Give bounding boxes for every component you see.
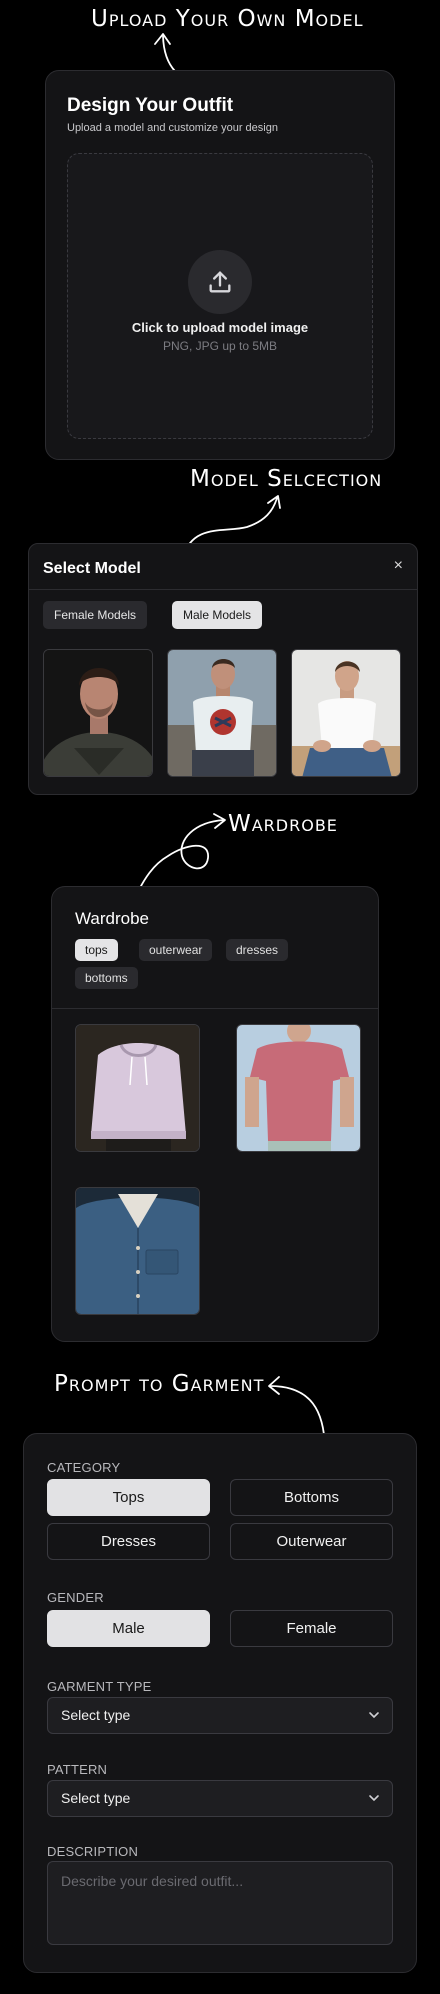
model-card-title: Select Model (43, 560, 141, 577)
upload-card-subtitle: Upload a model and customize your design (67, 122, 278, 134)
wardrobe-title: Wardrobe (75, 909, 150, 928)
pattern-label: PATTERN (47, 1762, 108, 1777)
wardrobe-item-hoodie[interactable] (75, 1024, 200, 1152)
model-divider (29, 589, 417, 590)
category-tops-button[interactable]: Tops (47, 1479, 210, 1516)
upload-icon[interactable] (188, 250, 252, 314)
chip-tops[interactable]: tops (75, 939, 118, 961)
annotation-upload: Upload Your Own Model (91, 6, 364, 32)
category-outerwear-button[interactable]: Outerwear (230, 1523, 393, 1560)
chip-outerwear[interactable]: outerwear (139, 939, 213, 961)
select-model-card: Select Model × Female Models Male Models (28, 543, 418, 795)
wardrobe-divider (52, 1008, 378, 1009)
annotation-model-selection: Model Selcection (190, 466, 383, 492)
upload-dropzone[interactable]: Click to upload model image PNG, JPG up … (67, 153, 373, 439)
upload-model-card: Design Your Outfit Upload a model and cu… (45, 70, 395, 460)
garment-type-select[interactable]: Select type (47, 1697, 393, 1734)
model-thumbnail-2[interactable] (167, 649, 277, 777)
category-bottoms-button[interactable]: Bottoms (230, 1479, 393, 1516)
chip-bottoms[interactable]: bottoms (75, 967, 138, 989)
dropzone-text: Click to upload model image (131, 320, 309, 335)
chevron-down-icon (369, 1795, 379, 1802)
tab-female-models[interactable]: Female Models (43, 601, 148, 629)
category-label: CATEGORY (47, 1460, 121, 1475)
pattern-value: Select type (61, 1790, 131, 1806)
chip-dresses[interactable]: dresses (226, 939, 289, 961)
model-thumbnail-1[interactable] (43, 649, 153, 777)
pattern-select[interactable]: Select type (47, 1780, 393, 1817)
upload-card-title: Design Your Outfit (67, 95, 234, 116)
wardrobe-card: Wardrobe tops outerwear dresses bottoms (51, 886, 379, 1342)
model-thumbnail-3[interactable] (291, 649, 401, 777)
annotation-prompt: Prompt to Garment (54, 1371, 265, 1397)
description-label: DESCRIPTION (47, 1844, 139, 1859)
wardrobe-item-denim-shirt[interactable] (75, 1187, 200, 1315)
gender-female-button[interactable]: Female (230, 1610, 393, 1647)
gender-label: GENDER (47, 1590, 104, 1605)
dropzone-hint: PNG, JPG up to 5MB (162, 339, 278, 353)
garment-type-value: Select type (61, 1707, 131, 1723)
gender-male-button[interactable]: Male (47, 1610, 210, 1647)
garment-type-label: GARMENT TYPE (47, 1679, 152, 1694)
category-dresses-button[interactable]: Dresses (47, 1523, 210, 1560)
close-icon[interactable]: × (394, 557, 403, 575)
wardrobe-item-tshirt[interactable] (236, 1024, 361, 1152)
annotation-wardrobe: Wardrobe (228, 811, 338, 837)
description-field[interactable] (47, 1861, 393, 1945)
prompt-garment-card: CATEGORY Tops Bottoms Dresses Outerwear … (23, 1433, 417, 1973)
chevron-down-icon (369, 1712, 379, 1719)
tab-male-models[interactable]: Male Models (172, 601, 263, 629)
